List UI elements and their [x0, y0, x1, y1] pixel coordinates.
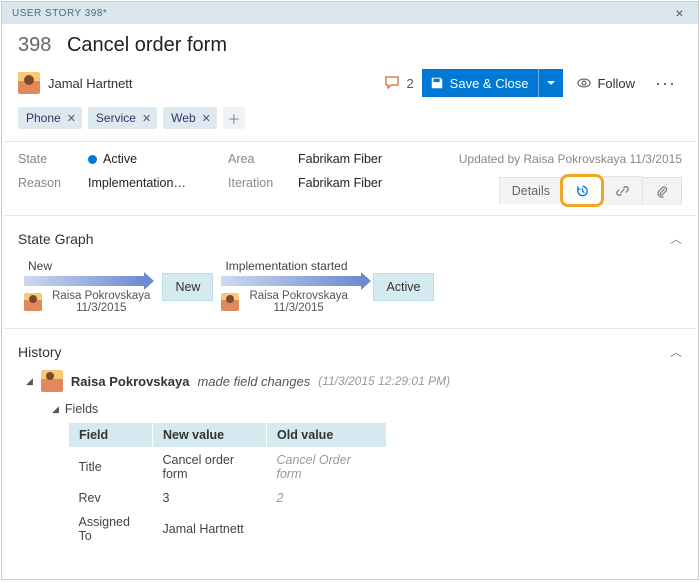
- table-row: Rev 3 2: [69, 486, 387, 510]
- work-item-title[interactable]: Cancel order form: [67, 34, 227, 56]
- user-avatar: [41, 370, 63, 392]
- table-row: Assigned To Jamal Hartnett: [69, 510, 387, 548]
- close-icon[interactable]: ×: [671, 5, 688, 21]
- state-graph-header: State Graph ︿: [2, 216, 698, 253]
- area-value[interactable]: Fabrikam Fiber: [298, 152, 438, 166]
- add-tag-button[interactable]: ＋: [223, 107, 245, 129]
- tab-attachments[interactable]: [642, 177, 682, 205]
- history-entry: ◢ Raisa Pokrovskaya made field changes (…: [2, 366, 698, 556]
- link-icon: [615, 183, 630, 199]
- save-icon: [430, 76, 444, 90]
- user-avatar: [24, 293, 42, 311]
- tag-phone[interactable]: Phone✕: [18, 107, 82, 129]
- user-avatar: [221, 293, 239, 311]
- attachment-icon: [655, 184, 669, 199]
- history-entry-header[interactable]: ◢ Raisa Pokrovskaya made field changes (…: [26, 370, 682, 392]
- toolbar: Jamal Hartnett 2 Save & Close Follow ···: [2, 65, 698, 107]
- state-box-new: New: [162, 273, 213, 301]
- tab-history[interactable]: [562, 176, 602, 205]
- fields-section-label[interactable]: ◢ Fields: [52, 402, 682, 416]
- transition-active: Implementation started Raisa Pokrovskaya…: [221, 259, 361, 314]
- remove-tag-icon[interactable]: ✕: [142, 112, 151, 125]
- tag-service[interactable]: Service✕: [88, 107, 157, 129]
- state-graph-title: State Graph: [18, 231, 94, 247]
- discussion-indicator[interactable]: 2: [384, 75, 413, 91]
- more-actions-button[interactable]: ···: [649, 73, 682, 94]
- save-and-close-button[interactable]: Save & Close: [422, 69, 564, 97]
- state-dot-icon: [88, 155, 97, 164]
- remove-tag-icon[interactable]: ✕: [67, 112, 76, 125]
- tab-links[interactable]: [602, 176, 642, 205]
- work-item-type-banner: USER STORY 398* ×: [2, 2, 698, 24]
- col-field: Field: [69, 423, 153, 448]
- state-label: State: [18, 152, 88, 166]
- transition-new: New Raisa Pokrovskaya 11/3/2015: [24, 259, 150, 314]
- state-value[interactable]: Active: [88, 152, 228, 166]
- remove-tag-icon[interactable]: ✕: [202, 112, 211, 125]
- history-entry-action: made field changes: [197, 374, 310, 389]
- reason-label: Reason: [18, 176, 88, 205]
- col-new-value: New value: [153, 423, 267, 448]
- area-label: Area: [228, 152, 298, 166]
- follow-button[interactable]: Follow: [571, 72, 641, 95]
- expand-triangle-icon[interactable]: ◢: [26, 376, 33, 387]
- work-item-id: 398: [18, 34, 51, 56]
- iteration-label: Iteration: [228, 176, 298, 205]
- collapse-icon[interactable]: ︿: [670, 343, 682, 360]
- assignee-avatar[interactable]: [18, 72, 40, 94]
- state-graph: New Raisa Pokrovskaya 11/3/2015 New Impl…: [2, 253, 698, 328]
- tag-web[interactable]: Web✕: [163, 107, 217, 129]
- tab-strip: Details: [438, 176, 682, 205]
- banner-label: USER STORY 398*: [12, 8, 107, 19]
- field-changes-table: Field New value Old value Title Cancel o…: [68, 422, 387, 548]
- expand-triangle-icon[interactable]: ◢: [52, 404, 59, 415]
- iteration-value[interactable]: Fabrikam Fiber: [298, 176, 438, 205]
- title-row: 398 Cancel order form: [2, 24, 698, 65]
- tab-details[interactable]: Details: [499, 177, 562, 204]
- tags-row: Phone✕ Service✕ Web✕ ＋: [2, 107, 698, 141]
- collapse-icon[interactable]: ︿: [670, 230, 682, 247]
- state-box-active: Active: [373, 273, 433, 301]
- comment-icon: [384, 75, 400, 91]
- arrow-icon: [221, 276, 361, 286]
- col-old-value: Old value: [267, 423, 387, 448]
- assignee-name[interactable]: Jamal Hartnett: [48, 76, 133, 91]
- save-dropdown-caret[interactable]: [538, 69, 563, 97]
- table-header-row: Field New value Old value: [69, 423, 387, 448]
- discussion-count: 2: [406, 76, 413, 91]
- history-title: History: [18, 344, 62, 360]
- chevron-down-icon: [547, 79, 555, 87]
- history-entry-time: (11/3/2015 12:29:01 PM): [318, 374, 450, 388]
- history-header: History ︿: [2, 329, 698, 366]
- table-row: Title Cancel order form Cancel Order for…: [69, 448, 387, 487]
- reason-value[interactable]: Implementation…: [88, 176, 228, 205]
- updated-by-text: Updated by Raisa Pokrovskaya 11/3/2015: [438, 152, 682, 166]
- history-icon: [575, 183, 590, 199]
- meta-grid: State Active Area Fabrikam Fiber Updated…: [2, 142, 698, 205]
- eye-icon: [577, 76, 591, 90]
- history-entry-user: Raisa Pokrovskaya: [71, 374, 190, 389]
- arrow-icon: [24, 276, 144, 286]
- work-item-window: USER STORY 398* × 398 Cancel order form …: [1, 1, 699, 580]
